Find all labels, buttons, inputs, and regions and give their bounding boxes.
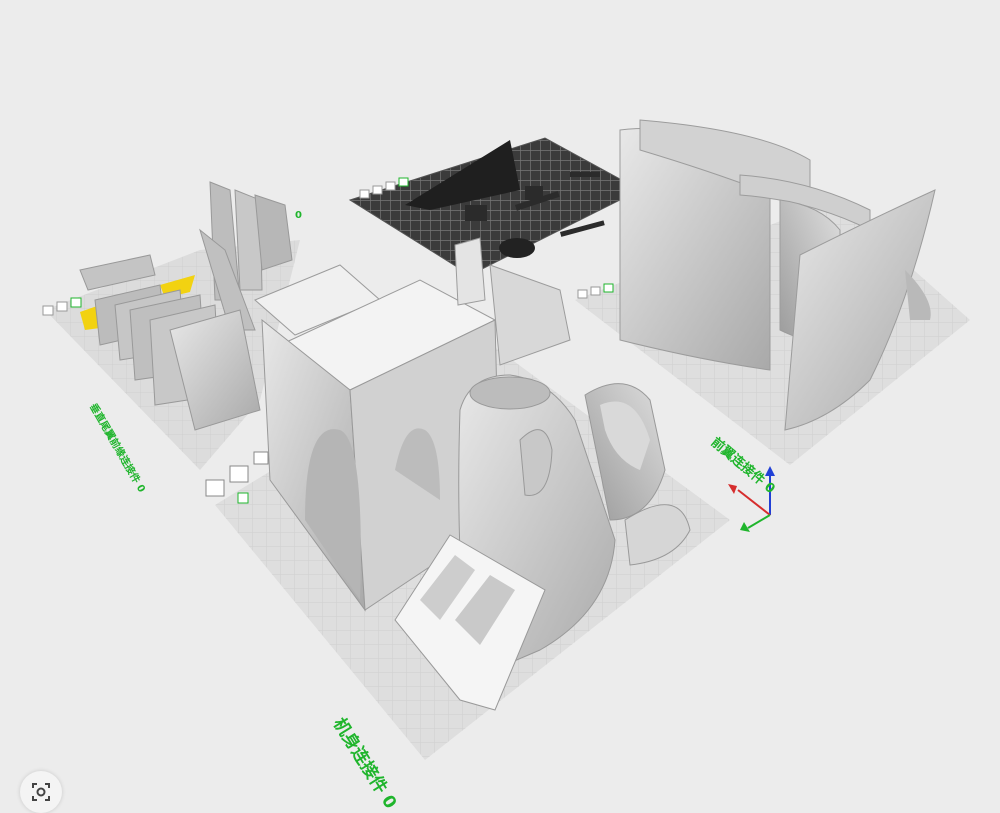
- image-search-button[interactable]: [20, 771, 62, 813]
- black-part[interactable]: [570, 172, 600, 177]
- black-cylinder-part[interactable]: [499, 238, 535, 258]
- black-part[interactable]: [525, 186, 543, 200]
- 3d-viewport[interactable]: [0, 0, 1000, 801]
- back-plate-label: 0: [295, 210, 302, 221]
- black-part[interactable]: [465, 205, 487, 221]
- left-plate[interactable]: [42, 181, 300, 470]
- tail-fin-part[interactable]: [254, 194, 293, 271]
- image-search-icon: [32, 783, 50, 801]
- cockpit-opening[interactable]: [469, 376, 551, 410]
- back-plate[interactable]: [348, 137, 642, 276]
